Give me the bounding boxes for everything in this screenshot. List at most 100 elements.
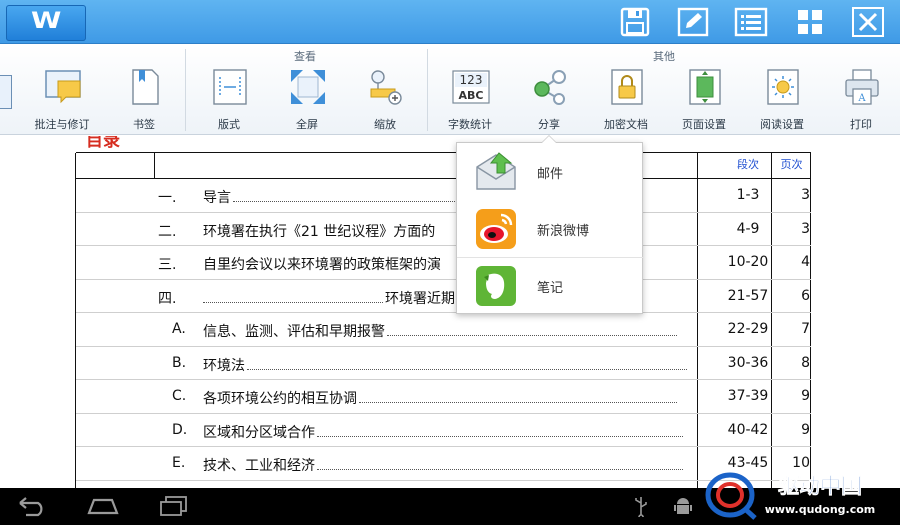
list-button[interactable] bbox=[734, 6, 768, 38]
share-label: 分享 bbox=[538, 118, 560, 131]
table-row[interactable]: 四. 环境署近期 21-57 6 bbox=[76, 280, 811, 313]
row-title: 自里约会议以来环境署的政策框架的演 bbox=[203, 254, 441, 274]
share-item-notes-label: 笔记 bbox=[537, 281, 564, 296]
share-popup-menu: 邮件 新浪微博 笔记 bbox=[456, 135, 644, 314]
group-title-view: 查看 bbox=[294, 50, 316, 63]
row-number: D. bbox=[172, 421, 188, 438]
share-item-mail[interactable]: 邮件 bbox=[457, 143, 644, 200]
encrypt-button[interactable]: 加密文档 bbox=[590, 65, 662, 131]
logo-text: W bbox=[30, 9, 62, 34]
row-title-text: 信息、监测、评估和早期报警 bbox=[203, 324, 385, 340]
fullscreen-button[interactable]: 全屏 bbox=[271, 65, 343, 131]
close-button[interactable] bbox=[851, 6, 885, 38]
share-item-weibo-label: 新浪微博 bbox=[537, 224, 590, 239]
toc-heading: 目录 bbox=[86, 136, 120, 151]
row-number: 四. bbox=[158, 290, 177, 307]
row-number: 三. bbox=[158, 257, 177, 273]
app-logo-button[interactable]: W bbox=[6, 5, 86, 41]
bookmark-button[interactable]: 书签 bbox=[108, 65, 180, 131]
row-para: 21-57 bbox=[727, 287, 769, 304]
page-setup-button[interactable]: 页面设置 bbox=[668, 65, 740, 131]
layout-button[interactable]: 版式 bbox=[193, 65, 265, 131]
table-header-row: 段次 页次 bbox=[76, 153, 811, 179]
share-icon bbox=[534, 70, 566, 105]
bookmark-icon bbox=[132, 69, 159, 105]
table-row[interactable]: B. 环境法 30-36 8 bbox=[76, 347, 811, 380]
grid-button[interactable] bbox=[793, 6, 827, 38]
row-page: 4 bbox=[801, 254, 810, 270]
wordcount-button[interactable]: 123 ABC 字数统计 bbox=[434, 65, 506, 131]
back-icon[interactable] bbox=[16, 495, 48, 517]
leader-dots bbox=[359, 394, 677, 403]
row-title-text: 区域和分区域合作 bbox=[203, 424, 315, 441]
fullscreen-label: 全屏 bbox=[296, 118, 318, 131]
row-para: 10-20 bbox=[727, 254, 769, 270]
row-title-text: 技术、工业和经济 bbox=[203, 458, 315, 474]
row-title: 技术、工业和经济 bbox=[203, 455, 683, 475]
annotate-button[interactable]: 批注与修订 bbox=[26, 65, 98, 131]
leader-dots bbox=[203, 294, 383, 303]
leader-dots bbox=[387, 327, 677, 336]
share-item-mail-label: 邮件 bbox=[537, 167, 564, 182]
row-para: 1-3 bbox=[736, 187, 760, 203]
table-row[interactable]: A. 信息、监测、评估和早期报警 22-29 7 bbox=[76, 313, 811, 347]
wordcount-label: 字数统计 bbox=[448, 118, 492, 131]
table-row[interactable]: C. 各项环境公约的相互协调 37-39 9 bbox=[76, 380, 811, 414]
recent-apps-icon[interactable] bbox=[158, 495, 190, 517]
home-icon[interactable] bbox=[86, 495, 120, 517]
row-para: 40-42 bbox=[727, 421, 769, 438]
usb-icon bbox=[635, 497, 647, 517]
row-para: 37-39 bbox=[727, 388, 769, 404]
row-title: 信息、监测、评估和早期报警 bbox=[203, 321, 677, 341]
row-para: 30-36 bbox=[727, 354, 769, 371]
fullscreen-icon bbox=[291, 70, 325, 104]
close-icon bbox=[852, 7, 884, 37]
edit-button[interactable] bbox=[676, 6, 710, 38]
row-number: A. bbox=[172, 321, 186, 337]
table-row[interactable]: D. 区域和分区域合作 40-42 9 bbox=[76, 414, 811, 447]
print-button[interactable]: A 打印 bbox=[825, 65, 897, 131]
table-row[interactable]: 二. 环境署在执行《21 世纪议程》方面的 4-9 3 bbox=[76, 213, 811, 246]
svg-text:A: A bbox=[857, 93, 866, 104]
title-bar: W bbox=[0, 0, 900, 44]
partial-ribbon-button[interactable] bbox=[0, 75, 12, 109]
row-page: 7 bbox=[801, 321, 810, 337]
layout-icon bbox=[213, 69, 247, 105]
row-title: 区域和分区域合作 bbox=[203, 422, 683, 442]
wordcount-letters: ABC bbox=[459, 89, 484, 102]
printer-icon: A bbox=[845, 69, 879, 105]
row-title: 环境署在执行《21 世纪议程》方面的 bbox=[203, 221, 435, 241]
popup-arrow bbox=[541, 135, 557, 143]
row-page: 8 bbox=[801, 354, 810, 371]
document-canvas[interactable]: 目录 段次 页次 一. 导言 1-3 3 二. 环境署在执行《21 世纪议程》方… bbox=[0, 136, 900, 488]
table-row[interactable]: 三. 自里约会议以来环境署的政策框架的演 10-20 4 bbox=[76, 246, 811, 280]
row-page: 3 bbox=[801, 220, 810, 237]
share-item-notes[interactable]: 笔记 bbox=[457, 257, 644, 314]
row-title-text: 环境法 bbox=[203, 357, 245, 374]
zoom-icon bbox=[370, 70, 402, 105]
site-watermark: 驱动中国 www.qudong.com bbox=[700, 468, 900, 525]
pencil-icon bbox=[677, 7, 709, 37]
share-button[interactable]: 分享 bbox=[513, 65, 585, 131]
reading-settings-icon bbox=[767, 69, 799, 105]
lock-icon bbox=[611, 69, 643, 105]
row-title-text: 导言 bbox=[203, 190, 231, 206]
row-title: 环境署近期 bbox=[203, 288, 455, 308]
row-number: C. bbox=[172, 388, 187, 404]
wordcount-icon: 123 ABC bbox=[452, 70, 490, 104]
share-item-weibo[interactable]: 新浪微博 bbox=[457, 200, 644, 257]
row-number: B. bbox=[172, 354, 187, 371]
zoom-button[interactable]: 缩放 bbox=[349, 65, 421, 131]
page-setup-label: 页面设置 bbox=[682, 118, 726, 131]
toc-table: 段次 页次 一. 导言 1-3 3 二. 环境署在执行《21 世纪议程》方面的 … bbox=[75, 152, 811, 488]
comment-icon bbox=[45, 70, 81, 104]
page-setup-icon bbox=[689, 69, 721, 105]
table-row[interactable]: 一. 导言 1-3 3 bbox=[76, 179, 811, 213]
reading-settings-button[interactable]: 阅读设置 bbox=[746, 65, 818, 131]
save-button[interactable] bbox=[618, 6, 652, 38]
android-debug-icon bbox=[674, 498, 692, 514]
app-window: W 查看 其他 批注与修订 书签 版式 全屏 缩放 123 ABC 字数统计 分… bbox=[0, 0, 900, 525]
row-title-text: 环境署近期 bbox=[385, 290, 455, 307]
ribbon-toolbar: 查看 其他 批注与修订 书签 版式 全屏 缩放 123 ABC 字数统计 分享 … bbox=[0, 45, 900, 135]
watermark-url: www.qudong.com bbox=[765, 503, 876, 516]
